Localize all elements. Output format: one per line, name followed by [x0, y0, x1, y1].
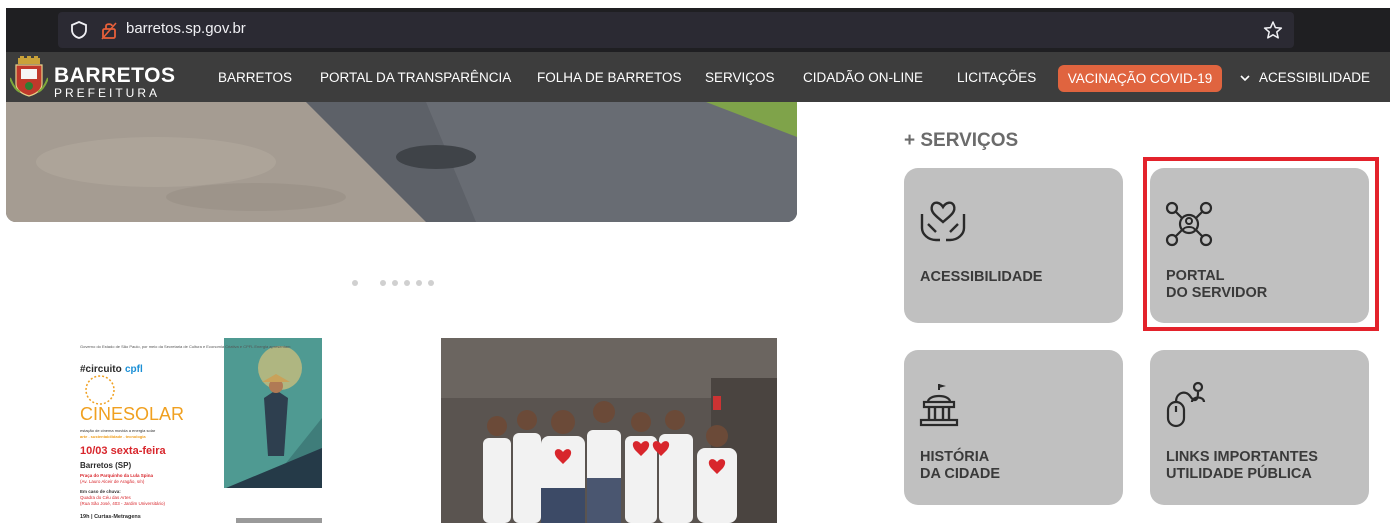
nav-portal-transparencia[interactable]: PORTAL DA TRANSPARÊNCIA: [320, 70, 511, 85]
bookmark-star-icon[interactable]: [1262, 19, 1284, 41]
lock-icon[interactable]: [98, 19, 120, 41]
poster-rain3: (Rua São José, 403 - Jardim Universitári…: [80, 501, 166, 506]
poster-rain: Em caso de chuva:: [80, 489, 121, 494]
poster-address: (Av. Lauro Alceir de Aragão, s/n): [80, 479, 145, 484]
building-icon: [919, 384, 959, 427]
nav-servicos[interactable]: SERVIÇOS: [705, 70, 775, 85]
news-card-group-photo[interactable]: [441, 338, 777, 523]
poster-hashtag-b: cpfl: [125, 364, 143, 375]
service-tile-acessibilidade[interactable]: ACESSIBILIDADE: [904, 168, 1123, 323]
nav-licitacoes[interactable]: LICITAÇÕES: [957, 70, 1036, 85]
highlight-box: [1143, 157, 1379, 331]
site-logo[interactable]: BARRETOS PREFEITURA: [6, 52, 182, 102]
hero-slide-image[interactable]: [6, 102, 797, 222]
links-mouse-icon: [1166, 381, 1206, 428]
poster-session: 19h | Curtas-Metragens: [80, 514, 141, 520]
poster-brand: CINESOLAR: [80, 404, 184, 424]
logo-subtitle: PREFEITURA: [54, 86, 161, 100]
poster-venue: Praça do Parquinho da Lula Spina: [80, 473, 154, 478]
url-text[interactable]: barretos.sp.gov.br: [126, 20, 246, 37]
logo-title: BARRETOS: [54, 64, 176, 87]
shield-icon[interactable]: [68, 19, 90, 41]
nav-cidadao-online[interactable]: CIDADÃO ON-LINE: [803, 70, 923, 85]
services-heading: + SERVIÇOS: [904, 130, 1019, 151]
poster-header: Governo do Estado de São Paulo, por meio…: [80, 344, 291, 349]
nav-vacinacao-covid[interactable]: VACINAÇÃO COVID-19: [1058, 65, 1222, 92]
chevron-down-icon[interactable]: [1238, 71, 1252, 85]
tile-label: HISTÓRIA DA CIDADE: [920, 449, 1001, 482]
slider-dot[interactable]: [392, 280, 398, 286]
hands-heart-icon: [920, 201, 966, 242]
poster-tagline2: arte . sustentabilidade . tecnologia: [80, 434, 146, 439]
slider-dot[interactable]: [380, 280, 386, 286]
group-photo: [441, 338, 777, 523]
slider-dot[interactable]: [416, 280, 422, 286]
browser-toolbar: barretos.sp.gov.br: [0, 0, 1390, 52]
poster-tagline: estação de cinema movida a energia solar: [80, 428, 156, 433]
road-photo: [6, 102, 797, 222]
nav-barretos[interactable]: BARRETOS: [218, 70, 292, 85]
tile-label: ACESSIBILIDADE: [920, 269, 1043, 285]
slider-dot[interactable]: [404, 280, 410, 286]
poster-date: 10/03 sexta-feira: [80, 445, 166, 457]
poster-rain2: Quadra do Céu das Artes: [80, 495, 132, 500]
poster-city: Barretos (SP): [80, 461, 131, 470]
slider-dot[interactable]: [352, 280, 358, 286]
slider-dot[interactable]: [428, 280, 434, 286]
nav-acessibilidade[interactable]: ACESSIBILIDADE: [1259, 70, 1370, 85]
service-tile-links-importantes[interactable]: LINKS IMPORTANTES UTILIDADE PÚBLICA: [1150, 350, 1369, 505]
nav-folha-de-barretos[interactable]: FOLHA DE BARRETOS: [537, 70, 682, 85]
poster-hashtag-a: #circuito: [80, 364, 122, 375]
service-tile-historia-cidade[interactable]: HISTÓRIA DA CIDADE: [904, 350, 1123, 505]
city-crest-icon: [10, 56, 48, 97]
tile-label: LINKS IMPORTANTES UTILIDADE PÚBLICA: [1166, 449, 1318, 482]
cinesolar-poster: Governo do Estado de São Paulo, por meio…: [76, 338, 322, 523]
news-card-cinesolar[interactable]: Governo do Estado de São Paulo, por meio…: [76, 338, 322, 523]
